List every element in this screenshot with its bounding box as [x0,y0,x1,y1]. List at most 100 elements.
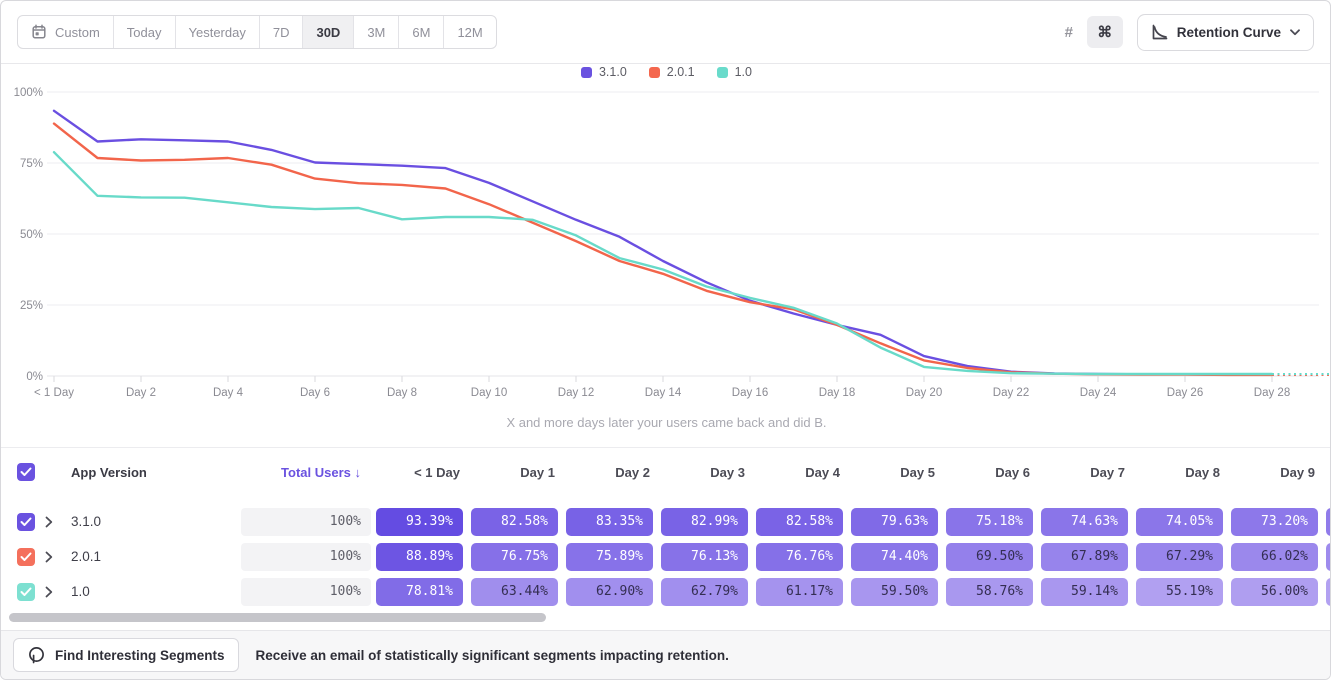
date-range-3m[interactable]: 3M [353,16,398,48]
date-range-today[interactable]: Today [113,16,175,48]
row-expander-chevron[interactable] [45,516,71,528]
app-version-label: 1.0 [71,584,241,599]
day-column-header[interactable]: < 1 Day [376,465,463,480]
day-column-header[interactable]: Day 9 [1231,465,1318,480]
retention-cell[interactable]: 82.58% [756,508,843,536]
retention-chart-canvas: 0%25%50%75%100%< 1 DayDay 2Day 4Day 6Day… [1,64,1331,447]
retention-chart: 0%25%50%75%100%< 1 DayDay 2Day 4Day 6Day… [1,64,1331,447]
date-range-6m[interactable]: 6M [398,16,443,48]
legend-item-2.0.1[interactable]: 2.0.1 [649,65,695,79]
date-range-7d[interactable]: 7D [259,16,303,48]
day-column-header[interactable]: Day 5 [851,465,938,480]
retention-cell[interactable]: 59.50% [851,578,938,606]
total-users-cell: 100% [241,508,371,536]
table-header-row: App VersionTotal Users ↓ < 1 Day Day 1 Day … [1,448,1330,496]
retention-cell[interactable]: 66.02% [1231,543,1318,571]
legend-label: 3.1.0 [599,65,627,79]
app-version-label: 3.1.0 [71,514,241,529]
app-version-header: App Version [71,465,241,480]
day-column-header[interactable]: Day 2 [566,465,653,480]
day-column-header[interactable]: Day 3 [661,465,748,480]
retention-cell[interactable]: 67.89% [1041,543,1128,571]
retention-cell-clipped[interactable] [1326,543,1330,571]
select-all-checkbox[interactable] [17,463,35,481]
toolbar-right: # ⌘ Retention Curve [1051,14,1314,51]
x-axis-label: Day 2 [126,387,156,399]
table-row-2.0.1: 2.0.1100%88.89% 76.75% 75.89% 76.13% 76.76% 7… [1,539,1330,574]
retention-cell[interactable]: 78.81% [376,578,463,606]
retention-cell[interactable]: 74.40% [851,543,938,571]
retention-cell[interactable]: 63.44% [471,578,558,606]
total-users-header[interactable]: Total Users ↓ [241,465,371,480]
retention-cell[interactable]: 75.18% [946,508,1033,536]
retention-cell[interactable]: 76.76% [756,543,843,571]
x-axis-label: Day 8 [387,387,417,399]
date-range-30d[interactable]: 30D [302,16,353,48]
retention-cell[interactable]: 69.50% [946,543,1033,571]
x-axis-label: Day 26 [1167,387,1203,399]
retention-cell[interactable]: 74.63% [1041,508,1128,536]
footer-message: Receive an email of statistically signif… [256,648,729,663]
retention-cell[interactable]: 67.29% [1136,543,1223,571]
view-toggle: # ⌘ [1051,16,1123,48]
date-range-custom[interactable]: Custom [18,16,113,48]
retention-cell[interactable]: 82.99% [661,508,748,536]
row-expander-chevron[interactable] [45,586,71,598]
segments-circle-icon [27,646,46,665]
hash-icon: # [1065,24,1073,41]
day-column-header[interactable]: Day 7 [1041,465,1128,480]
series-line-1.0 [54,152,1272,374]
x-axis-label: Day 6 [300,387,330,399]
row-checkbox[interactable] [17,513,35,531]
retention-cell[interactable]: 83.35% [566,508,653,536]
retention-cell-clipped[interactable] [1326,578,1330,606]
retention-cell[interactable]: 74.05% [1136,508,1223,536]
x-axis-label: Day 18 [819,387,855,399]
command-icon: ⌘ [1097,23,1112,41]
row-checkbox[interactable] [17,583,35,601]
retention-cell[interactable]: 76.75% [471,543,558,571]
retention-cell[interactable]: 82.58% [471,508,558,536]
retention-cell[interactable]: 88.89% [376,543,463,571]
date-range-12m[interactable]: 12M [443,16,495,48]
find-segments-button[interactable]: Find Interesting Segments [13,638,239,672]
command-toggle-button[interactable]: ⌘ [1087,16,1123,48]
total-users-cell: 100% [241,578,371,606]
retention-cell[interactable]: 93.39% [376,508,463,536]
legend-swatch [717,67,728,78]
retention-cell[interactable]: 62.90% [566,578,653,606]
day-column-header[interactable]: Day 6 [946,465,1033,480]
retention-cell[interactable]: 55.19% [1136,578,1223,606]
legend-item-1.0[interactable]: 1.0 [717,65,752,79]
y-axis-label: 75% [20,158,43,170]
day-column-header[interactable]: Day 8 [1136,465,1223,480]
scrollbar-thumb[interactable] [9,613,546,622]
date-range-yesterday[interactable]: Yesterday [175,16,259,48]
day-column-header[interactable]: Day 4 [756,465,843,480]
x-axis-label: Day 22 [993,387,1029,399]
retention-cell-clipped[interactable] [1326,508,1330,536]
retention-cell[interactable]: 73.20% [1231,508,1318,536]
retention-cell[interactable]: 62.79% [661,578,748,606]
retention-cell[interactable]: 59.14% [1041,578,1128,606]
date-range-label: 6M [412,25,430,40]
find-segments-label: Find Interesting Segments [55,648,225,663]
retention-cell[interactable]: 76.13% [661,543,748,571]
total-users-cell: 100% [241,543,371,571]
day-column-header[interactable]: Day 1 [471,465,558,480]
x-axis-label: Day 28 [1254,387,1290,399]
retention-cell[interactable]: 79.63% [851,508,938,536]
retention-cell[interactable]: 58.76% [946,578,1033,606]
date-range-label: 3M [367,25,385,40]
legend-item-3.1.0[interactable]: 3.1.0 [581,65,627,79]
app-version-label: 2.0.1 [71,549,241,564]
row-checkbox[interactable] [17,548,35,566]
hash-toggle-button[interactable]: # [1051,16,1087,48]
chart-type-dropdown[interactable]: Retention Curve [1137,14,1314,51]
retention-cell[interactable]: 61.17% [756,578,843,606]
row-expander-chevron[interactable] [45,551,71,563]
x-axis-label: Day 16 [732,387,768,399]
footer-bar: Find Interesting Segments Receive an ema… [1,630,1330,679]
retention-cell[interactable]: 75.89% [566,543,653,571]
retention-cell[interactable]: 56.00% [1231,578,1318,606]
